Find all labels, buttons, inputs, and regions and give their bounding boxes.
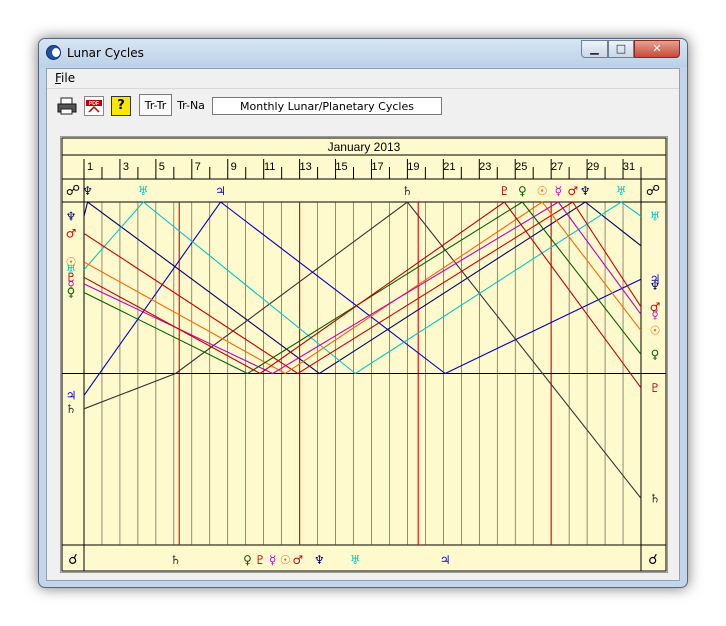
window-title: Lunar Cycles	[67, 46, 144, 60]
opposition-marker: ♂	[567, 184, 578, 198]
conjunction-marker: ♄	[170, 553, 181, 567]
chart-frame: January 2013 1 3 5 7 9 11 13 15 17 19 21 23 25 27 29 31 ☍…	[60, 136, 668, 573]
x-tick-label: 1	[87, 161, 93, 173]
x-tick-label: 23	[479, 161, 491, 173]
opposition-marker: ☿	[555, 184, 562, 198]
conjunction-marker: ☿	[269, 553, 276, 567]
right-axis-label: ♅	[650, 209, 661, 223]
x-tick-label: 15	[335, 161, 347, 173]
chart-title: January 2013	[328, 140, 401, 154]
x-tick-label: 25	[515, 161, 527, 173]
x-tick-label: 19	[407, 161, 419, 173]
x-tick-label: 17	[371, 161, 383, 173]
opposition-marker: ♅	[616, 184, 627, 198]
menu-bar: File	[47, 69, 679, 89]
x-tick-label: 5	[159, 161, 165, 173]
maximize-icon: □	[615, 42, 627, 55]
plot-border	[61, 137, 667, 572]
x-tick-label: 11	[264, 161, 275, 173]
x-tick-label: 13	[299, 161, 311, 173]
conjunction-marker: ♆	[314, 553, 325, 567]
app-icon	[46, 45, 61, 60]
x-tick-label: 3	[123, 161, 129, 173]
series-line-4	[83, 201, 642, 375]
x-tick-label: 31	[623, 161, 635, 173]
opposition-marker: ♀	[518, 184, 527, 198]
right-axis-label: ♇	[650, 381, 661, 395]
conjunction-label: ☌	[68, 552, 77, 568]
right-axis-label: ☿	[651, 307, 658, 321]
x-tick-label: 9	[231, 161, 237, 173]
chart-caption: Monthly Lunar/Planetary Cycles	[212, 97, 442, 115]
maximize-button[interactable]: □	[608, 40, 634, 58]
opposition-marker: ♆	[580, 184, 591, 198]
close-icon: ✕	[652, 42, 662, 55]
opposition-label: ☍	[66, 183, 80, 199]
left-axis-label: ♃	[66, 388, 77, 402]
transit-transit-toggle[interactable]: Tr-Tr	[139, 94, 172, 116]
lunar-cycles-chart: January 20131 3 5 7 9 11 13 15 17 19 21 23 25 27 29 31☍…	[61, 137, 667, 572]
printer-icon	[57, 97, 77, 115]
print-button[interactable]	[57, 96, 77, 116]
left-axis-label: ♆	[66, 209, 77, 223]
minimize-button[interactable]: ▁	[581, 40, 608, 58]
opposition-marker: ♃	[215, 184, 226, 198]
toolbar: PDF ? Tr-Tr Tr-Na Monthly Lunar/Planetar…	[47, 89, 679, 123]
x-tick-label: 21	[443, 161, 455, 173]
right-axis-label: ♀	[651, 347, 660, 361]
menu-file[interactable]: File	[55, 71, 75, 85]
menu-file-rest: ile	[61, 71, 76, 85]
conjunction-marker: ♇	[255, 553, 266, 567]
conjunction-marker: ♀	[243, 553, 252, 567]
left-axis-label: ♂	[66, 226, 77, 240]
conjunction-label-right: ☌	[648, 552, 657, 568]
right-axis-label: ♆	[650, 279, 661, 293]
transit-natal-toggle[interactable]: Tr-Na	[173, 94, 209, 116]
close-button[interactable]: ✕	[634, 40, 680, 58]
x-tick-label: 27	[551, 161, 563, 173]
minimize-icon: ▁	[590, 42, 599, 55]
left-axis-label: ♄	[66, 402, 77, 416]
title-bar[interactable]: Lunar Cycles ▁ □ ✕	[39, 39, 687, 67]
opposition-marker: ♅	[138, 184, 149, 198]
pdf-button[interactable]: PDF	[84, 96, 104, 116]
conjunction-marker: ♅	[350, 553, 361, 567]
client-area: File PDF ? Tr-Tr Tr-Na Monthly Lunar/Pla…	[46, 68, 680, 581]
opposition-marker: ☉	[537, 184, 548, 198]
conjunction-marker: ♃	[440, 553, 451, 567]
opposition-marker: ♄	[402, 184, 413, 198]
conjunction-marker: ♂	[292, 553, 303, 567]
pdf-icon: PDF	[86, 100, 102, 113]
opposition-marker: ♆	[82, 184, 93, 198]
left-axis-label: ♀	[67, 286, 76, 300]
opposition-label-right: ☍	[646, 183, 660, 199]
app-window: Lunar Cycles ▁ □ ✕ File PDF ? Tr-Tr Tr-N…	[38, 38, 688, 588]
series-line-8	[83, 201, 642, 389]
right-axis-label: ☉	[650, 324, 661, 338]
x-tick-label: 29	[587, 161, 599, 173]
conjunction-marker: ☉	[280, 553, 291, 567]
help-button[interactable]: ?	[111, 96, 131, 116]
right-axis-label: ♄	[650, 491, 661, 505]
x-tick-label: 7	[195, 161, 201, 173]
series-line-2	[83, 201, 642, 396]
opposition-marker: ♇	[499, 184, 510, 198]
